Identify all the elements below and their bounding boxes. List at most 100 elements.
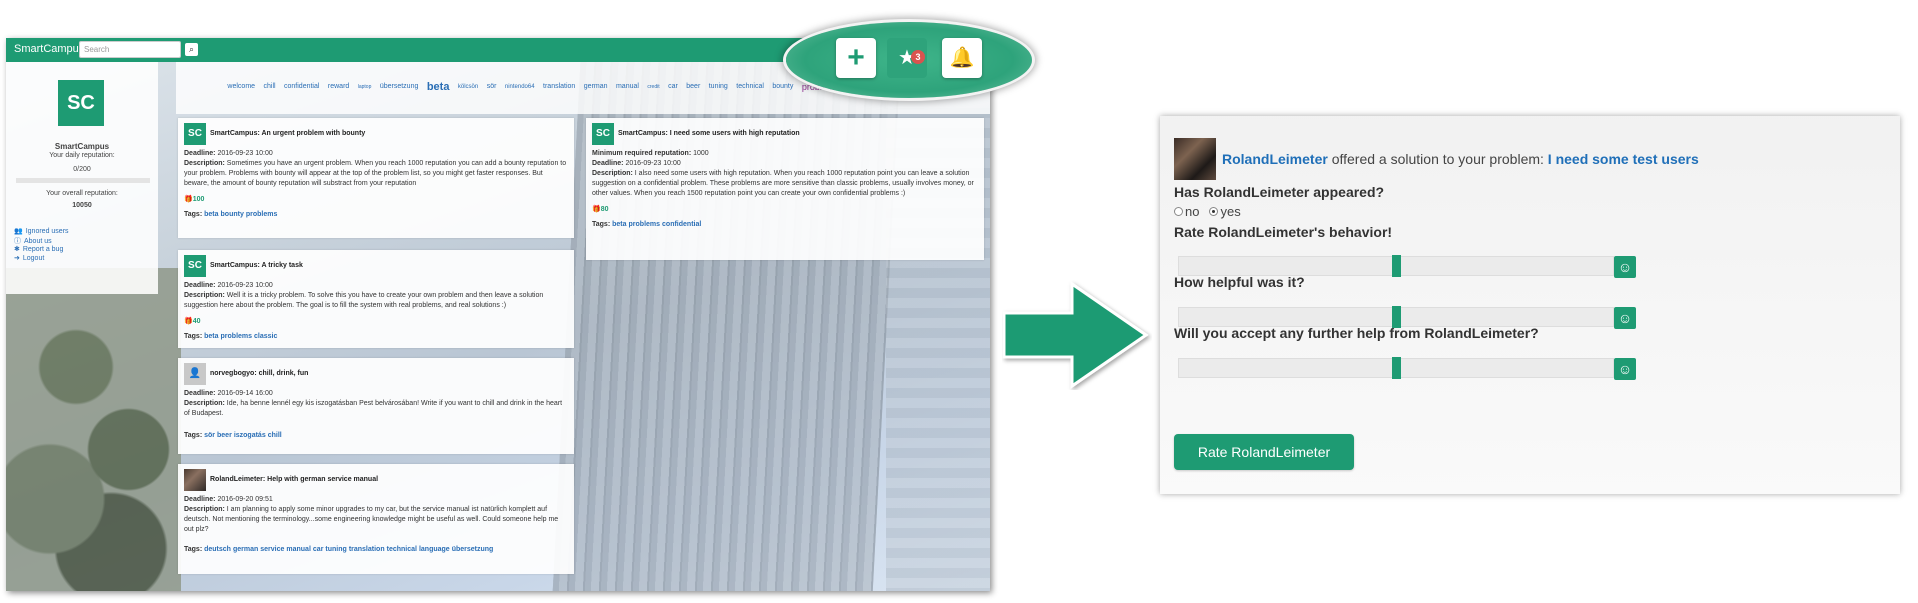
- default-avatar-icon: 👤: [184, 363, 206, 385]
- problem-title[interactable]: SmartCampus: A tricky task: [210, 261, 303, 271]
- tag-link[interactable]: tuning: [325, 546, 346, 553]
- tag-link[interactable]: nintendo64: [505, 84, 535, 90]
- smiley-icon: ☺: [1614, 256, 1636, 278]
- problem-card[interactable]: SC SmartCampus: I need some users with hi…: [586, 118, 984, 260]
- tag-link[interactable]: confidential: [662, 221, 701, 228]
- tag-link[interactable]: bounty: [772, 83, 793, 90]
- tag-link[interactable]: beta: [204, 211, 218, 218]
- avatar: SC: [184, 255, 206, 277]
- radio-yes[interactable]: [1209, 207, 1219, 216]
- question-behavior: Rate RolandLeimeter's behavior!: [1174, 224, 1393, 240]
- helpfulness-slider[interactable]: [1178, 306, 1614, 328]
- tag-link[interactable]: problems: [221, 333, 253, 340]
- tag-link[interactable]: translation: [543, 83, 575, 90]
- tag-link[interactable]: welcome: [227, 83, 255, 90]
- problem-card[interactable]: 👤 norvegbogyo: chill, drink, fun Deadline…: [178, 358, 574, 454]
- deadline: 2016-09-23 10:00: [217, 150, 273, 157]
- tag-link[interactable]: übersetzung: [452, 546, 494, 553]
- sidebar-link-report-bug[interactable]: ✱ Report a bug: [14, 245, 63, 253]
- tag-link[interactable]: beta: [612, 221, 626, 228]
- tag-link[interactable]: deutsch: [204, 546, 231, 553]
- deadline: 2016-09-23 10:00: [217, 282, 273, 289]
- logout-icon: ➜: [14, 255, 20, 262]
- daily-reputation-value: 0/200: [73, 166, 91, 173]
- rate-user-button[interactable]: Rate RolandLeimeter: [1174, 434, 1354, 470]
- tag-link[interactable]: classic: [254, 333, 277, 340]
- tag-link[interactable]: sör: [204, 432, 215, 439]
- daily-reputation-bar: [16, 178, 150, 183]
- tag-link[interactable]: übersetzung: [380, 83, 419, 90]
- tag-link[interactable]: translation: [349, 546, 385, 553]
- bounty: 🎁100: [184, 196, 205, 203]
- problem-title[interactable]: norvegbogyo: chill, drink, fun: [210, 369, 308, 379]
- bounty: 🎁80: [592, 206, 609, 213]
- search-input[interactable]: Search: [79, 41, 181, 58]
- site-screenshot: SmartCampus Search ⌕ SC SmartCampus Your…: [6, 38, 990, 591]
- deadline: 2016-09-14 16:00: [217, 390, 273, 397]
- overall-reputation-label: Your overall reputation:: [46, 190, 118, 197]
- smiley-icon: ☺: [1614, 358, 1636, 380]
- tag-link[interactable]: credit: [647, 84, 659, 90]
- description: I also need some users with high reputat…: [592, 170, 974, 197]
- tag-link[interactable]: laptop: [358, 84, 372, 90]
- tag-link[interactable]: technical: [387, 546, 417, 553]
- tag-link[interactable]: problems: [246, 211, 278, 218]
- tag-link[interactable]: car: [668, 83, 678, 90]
- description: I am planning to apply some minor upgrad…: [184, 506, 559, 533]
- notification-count-badge: 3: [911, 50, 925, 64]
- problem-link[interactable]: I need some test users: [1548, 151, 1699, 167]
- user-photo-avatar: [184, 469, 206, 491]
- add-problem-button[interactable]: +: [836, 38, 876, 78]
- tag-link[interactable]: manual: [616, 83, 639, 90]
- user-link[interactable]: RolandLeimeter: [1222, 151, 1328, 167]
- tag-link[interactable]: reward: [328, 83, 349, 90]
- problem-card[interactable]: SC SmartCampus: An urgent problem with bo…: [178, 118, 574, 238]
- slider-thumb[interactable]: [1392, 255, 1401, 277]
- tag-link[interactable]: kölcsön: [458, 84, 478, 90]
- radio-no[interactable]: [1174, 207, 1183, 216]
- bell-icon: 🔔: [949, 47, 975, 69]
- tag-link[interactable]: bounty: [221, 211, 244, 218]
- daily-reputation-label: Your daily reputation:: [49, 152, 115, 159]
- notifications-button[interactable]: 🔔: [942, 38, 982, 78]
- tag-link[interactable]: sör: [487, 83, 497, 90]
- tag-link[interactable]: beer: [217, 432, 232, 439]
- tag-link[interactable]: car: [313, 546, 324, 553]
- sidebar-link-ignored-users[interactable]: 👥 Ignored users: [14, 227, 69, 235]
- slider-thumb[interactable]: [1392, 357, 1401, 379]
- background-trees: [6, 268, 181, 591]
- search-icon[interactable]: ⌕: [185, 43, 198, 56]
- description: Ide, ha benne lennél egy kis iszogatásba…: [184, 400, 563, 417]
- problem-title[interactable]: RolandLeimeter: Help with german service…: [210, 475, 378, 485]
- tag-link[interactable]: language: [419, 546, 450, 553]
- tag-link[interactable]: confidential: [284, 83, 319, 90]
- gift-icon: 🎁: [184, 318, 193, 325]
- required-reputation: 1000: [693, 150, 709, 157]
- tag-link[interactable]: problems: [629, 221, 661, 228]
- tag-link[interactable]: chill: [268, 432, 282, 439]
- problem-card[interactable]: RolandLeimeter: Help with german service…: [178, 464, 574, 574]
- tag-link[interactable]: beer: [686, 83, 700, 90]
- radio-yes-label: yes: [1220, 204, 1241, 219]
- tag-link[interactable]: beta: [427, 81, 450, 93]
- tag-link[interactable]: chill: [264, 83, 276, 90]
- further-help-slider[interactable]: [1178, 357, 1614, 379]
- brand-link[interactable]: SmartCampus: [14, 43, 84, 55]
- tag-link[interactable]: german: [584, 83, 608, 90]
- tag-link[interactable]: beta: [204, 333, 218, 340]
- problem-title[interactable]: SmartCampus: I need some users with high…: [618, 129, 800, 139]
- tag-link[interactable]: service: [260, 546, 284, 553]
- tag-link[interactable]: german: [233, 546, 258, 553]
- user-photo-avatar: [1174, 138, 1216, 180]
- avatar: SC: [184, 123, 206, 145]
- deadline: 2016-09-20 09:51: [217, 496, 273, 503]
- gift-icon: 🎁: [184, 196, 193, 203]
- problem-card[interactable]: SC SmartCampus: A tricky task Deadline: 2…: [178, 250, 574, 348]
- tag-link[interactable]: manual: [286, 546, 311, 553]
- tag-link[interactable]: technical: [736, 83, 764, 90]
- behavior-slider[interactable]: [1178, 255, 1614, 277]
- problem-title[interactable]: SmartCampus: An urgent problem with boun…: [210, 129, 365, 139]
- tag-link[interactable]: tuning: [709, 83, 728, 90]
- sidebar-link-logout[interactable]: ➜ Logout: [14, 254, 44, 262]
- tag-link[interactable]: iszogatás: [234, 432, 266, 439]
